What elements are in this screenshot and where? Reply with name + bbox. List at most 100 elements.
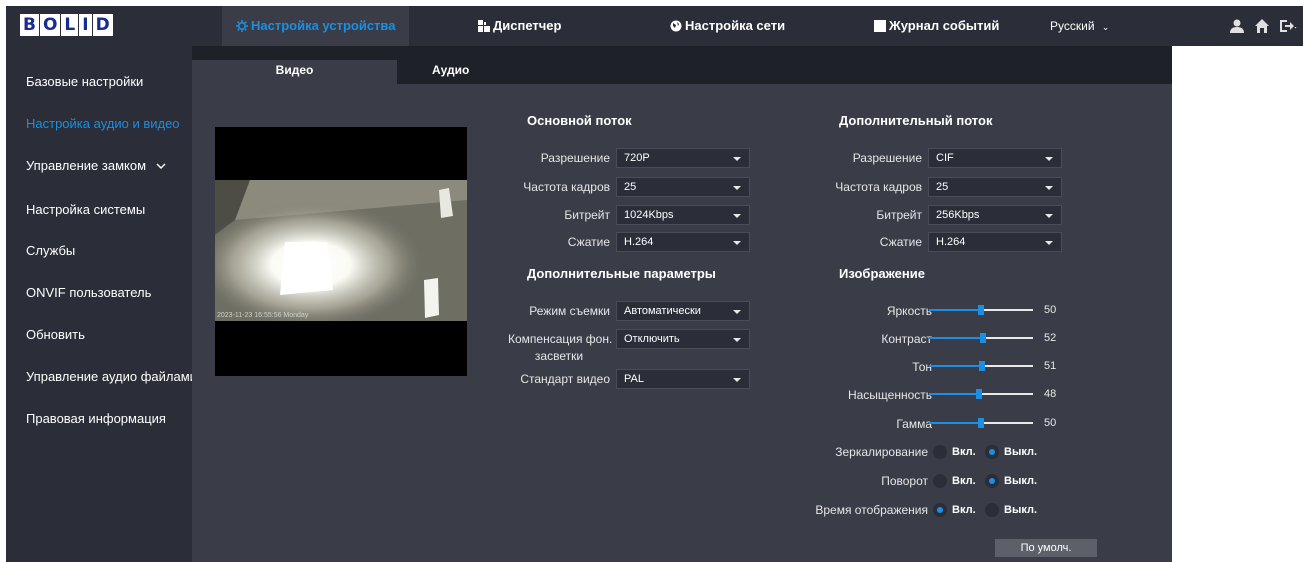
backlight-compensation-select[interactable]: Отключить — [616, 329, 750, 349]
logo-letter: B — [20, 14, 39, 36]
camera-scene — [215, 180, 467, 321]
sub-compression-select[interactable]: H.264 — [928, 232, 1062, 252]
sidebar-item-legal-info[interactable]: Правовая информация — [26, 411, 166, 426]
mirror-off-radio[interactable] — [985, 445, 999, 459]
mirror-on-radio[interactable] — [933, 445, 947, 459]
contrast-slider[interactable] — [929, 331, 1033, 345]
sidebar-item-basic-settings[interactable]: Базовые настройки — [26, 74, 143, 89]
mirror-on-label: Вкл. — [952, 446, 976, 458]
main-compression-label: Сжатие — [567, 235, 610, 249]
caret-down-icon — [1045, 186, 1053, 190]
rotation-off-radio[interactable] — [985, 474, 999, 488]
main-compression-select[interactable]: H.264 — [616, 232, 750, 252]
log-icon — [874, 20, 886, 32]
video-standard-select[interactable]: PAL — [616, 369, 750, 389]
app-window: BOLID Настройка устройства Диспетчер Нас… — [0, 0, 1303, 562]
sub-resolution-label: Разрешение — [852, 151, 922, 165]
main-stream-title: Основной поток — [527, 113, 632, 128]
select-value: CIF — [936, 152, 954, 164]
rotation-label: Поворот — [881, 474, 928, 488]
select-value: 1024Kbps — [624, 209, 674, 221]
slider-knob[interactable] — [976, 389, 982, 399]
mirror-label: Зеркалирование — [835, 445, 928, 459]
slider-knob[interactable] — [980, 333, 986, 343]
sidebar-item-system-settings[interactable]: Настройка системы — [26, 202, 145, 217]
language-label: Русский — [1050, 19, 1095, 33]
nav-network-settings[interactable]: Настройка сети — [670, 6, 785, 46]
nav-event-log[interactable]: Журнал событий — [874, 6, 999, 46]
video-settings-panel: 2023-11-23 16:55:56 Monday Основной пото… — [192, 84, 1172, 562]
select-value: 720P — [624, 152, 650, 164]
brightness-slider[interactable] — [929, 303, 1033, 317]
caret-down-icon — [733, 241, 741, 245]
brightness-value: 50 — [1044, 304, 1057, 316]
nav-dispatcher[interactable]: Диспетчер — [478, 6, 561, 46]
hue-value: 51 — [1044, 360, 1057, 372]
camera-image: 2023-11-23 16:55:56 Monday — [215, 180, 467, 321]
saturation-slider[interactable] — [929, 387, 1033, 401]
sub-resolution-select[interactable]: CIF — [928, 148, 1062, 168]
time-display-label: Время отображения — [815, 503, 928, 517]
saturation-label: Насыщенность — [847, 388, 932, 402]
main-content: Видео Аудио 2023-11-23 16:55:56 Monday О… — [192, 46, 1172, 562]
tab-audio[interactable]: Аудио — [432, 60, 512, 84]
language-select[interactable]: Русский ⌄ — [1050, 6, 1109, 46]
nav-label: Настройка устройства — [251, 18, 396, 33]
gamma-slider[interactable] — [929, 416, 1033, 430]
chevron-down-icon — [156, 163, 166, 170]
select-value: 25 — [624, 181, 637, 193]
user-icon[interactable] — [1229, 18, 1245, 34]
main-framerate-select[interactable]: 25 — [616, 177, 750, 197]
grid-icon — [478, 20, 490, 32]
image-title: Изображение — [839, 266, 925, 281]
sub-compression-label: Сжатие — [879, 235, 922, 249]
time-display-off-label: Выкл. — [1004, 504, 1038, 516]
slider-knob[interactable] — [978, 418, 984, 428]
sidebar-item-audio-video[interactable]: Настройка аудио и видео — [26, 116, 180, 131]
sub-bitrate-select[interactable]: 256Kbps — [928, 205, 1062, 225]
sidebar-item-update[interactable]: Обновить — [26, 327, 85, 342]
globe-icon — [670, 20, 682, 32]
time-display-on-radio[interactable] — [933, 503, 947, 517]
main-resolution-label: Разрешение — [540, 151, 610, 165]
sub-bitrate-label: Битрейт — [876, 208, 922, 222]
nav-device-settings[interactable]: Настройка устройства — [222, 6, 410, 46]
main-resolution-select[interactable]: 720P — [616, 148, 750, 168]
slider-knob[interactable] — [978, 305, 984, 315]
slider-fill — [929, 365, 982, 367]
rotation-on-label: Вкл. — [952, 475, 976, 487]
caret-down-icon — [733, 157, 741, 161]
sub-framerate-select[interactable]: 25 — [928, 177, 1062, 197]
contrast-label: Контраст — [881, 332, 932, 346]
caret-down-icon — [1045, 241, 1053, 245]
caret-down-icon — [733, 186, 741, 190]
home-icon[interactable] — [1254, 18, 1270, 34]
shooting-mode-select[interactable]: Автоматически — [616, 301, 750, 321]
sidebar-item-services[interactable]: Службы — [26, 243, 75, 258]
hue-slider[interactable] — [929, 359, 1033, 373]
rotation-on-radio[interactable] — [933, 474, 947, 488]
time-display-off-radio[interactable] — [985, 503, 999, 517]
default-button[interactable]: По умолч. — [995, 539, 1097, 557]
hue-label: Тон — [912, 360, 932, 374]
slider-knob[interactable] — [979, 361, 985, 371]
slider-fill — [929, 422, 981, 424]
sidebar-item-lock-control[interactable]: Управление замком — [26, 158, 166, 173]
select-value: 25 — [936, 181, 949, 193]
main-bitrate-select[interactable]: 1024Kbps — [616, 205, 750, 225]
sidebar-item-onvif-user[interactable]: ONVIF пользователь — [26, 285, 151, 300]
logout-icon[interactable] — [1278, 18, 1298, 34]
sidebar-item-audio-files[interactable]: Управление аудио файлами — [26, 369, 197, 384]
mirror-off-label: Выкл. — [1004, 446, 1038, 458]
slider-fill — [929, 393, 979, 395]
nav-label: Диспетчер — [493, 18, 562, 33]
sub-framerate-label: Частота кадров — [835, 180, 922, 194]
sidebar: Базовые настройки Настройка аудио и виде… — [6, 46, 197, 562]
tab-video[interactable]: Видео — [192, 60, 397, 84]
backlight-compensation-label: Компенсация фон. засветки — [508, 331, 612, 365]
top-bar: BOLID Настройка устройства Диспетчер Нас… — [6, 6, 1303, 46]
sub-stream-title: Дополнительный поток — [839, 113, 993, 128]
caret-down-icon — [733, 338, 741, 342]
caret-down-icon — [733, 214, 741, 218]
logo-letter: D — [92, 14, 113, 36]
